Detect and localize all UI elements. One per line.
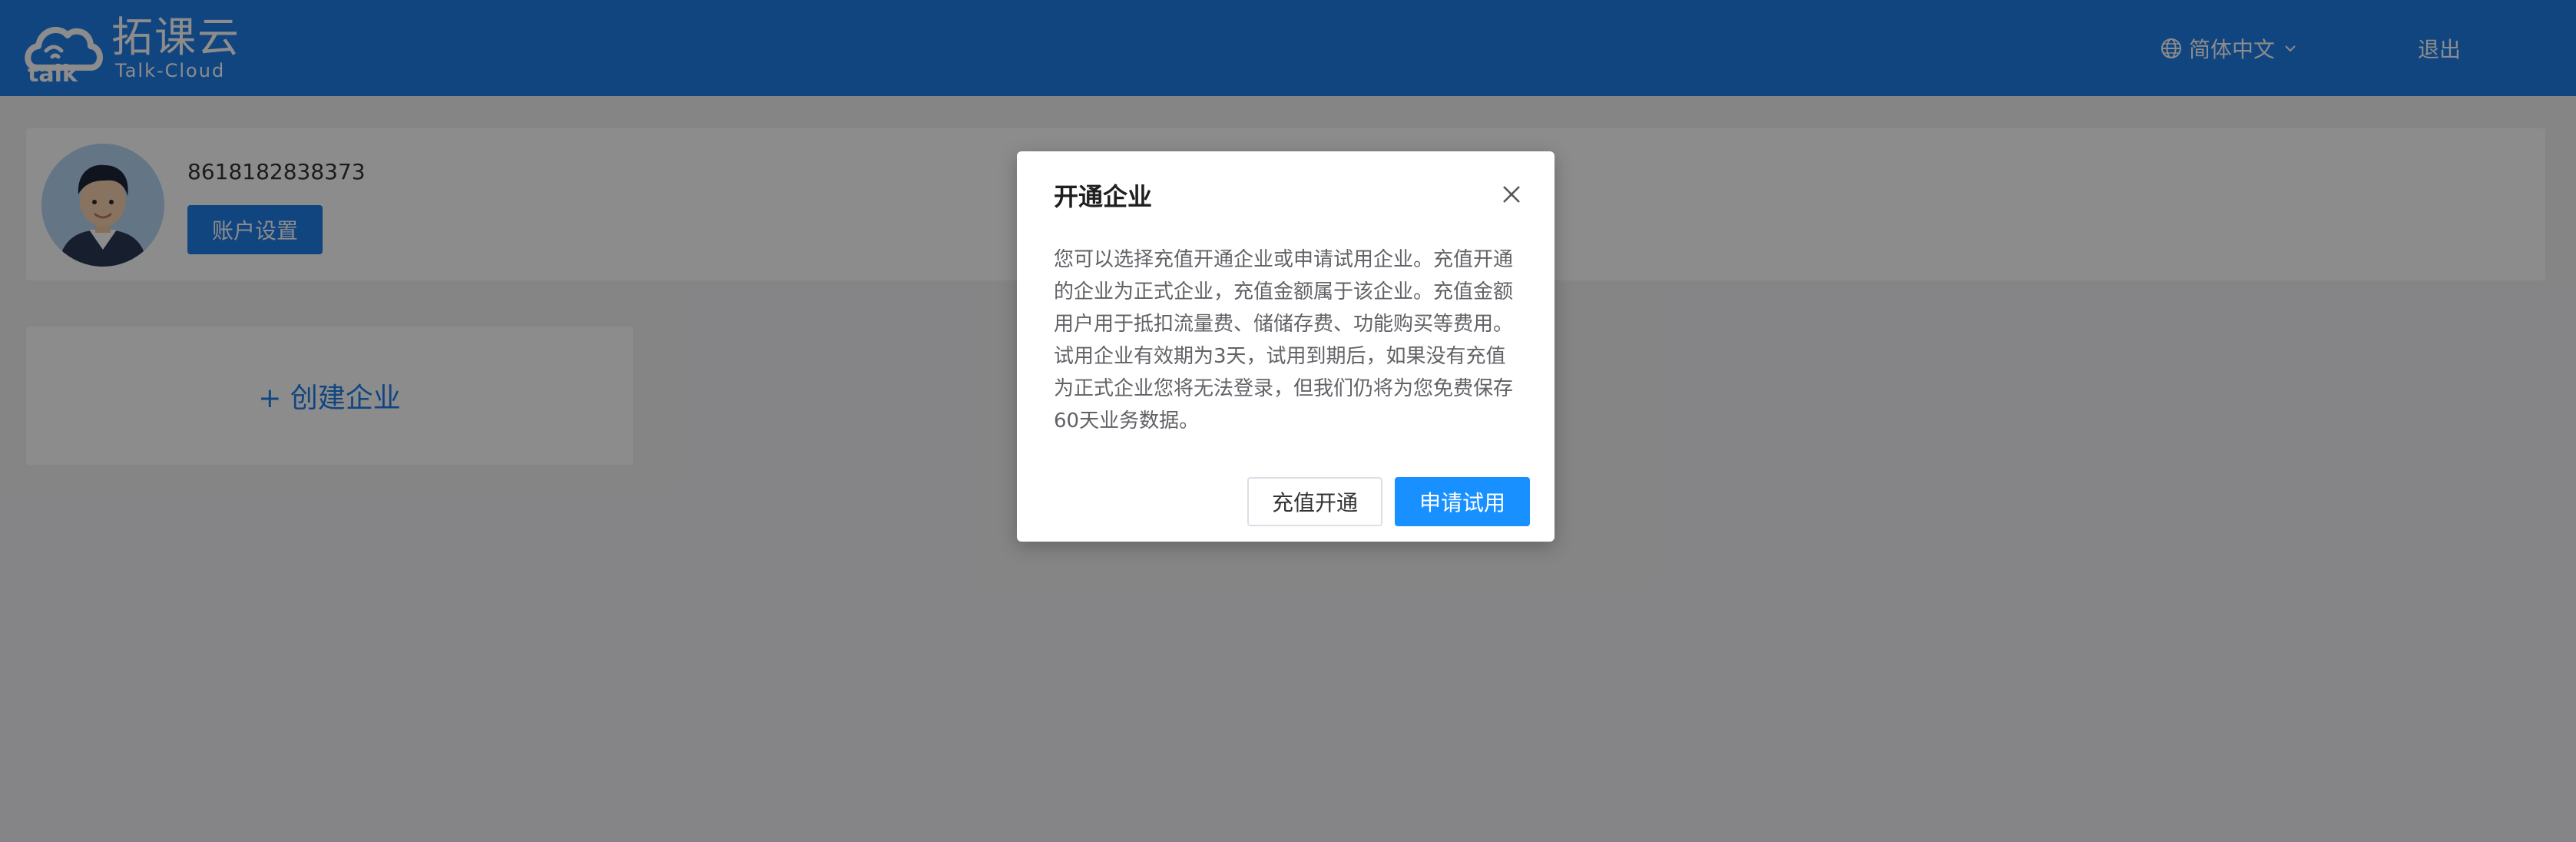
apply-trial-button[interactable]: 申请试用 bbox=[1395, 477, 1530, 526]
close-icon[interactable] bbox=[1498, 181, 1525, 208]
dialog-message: 您可以选择充值开通企业或申请试用企业。充值开通的企业为正式企业，充值金额属于该企… bbox=[1054, 248, 1514, 433]
open-enterprise-dialog: 开通企业 您可以选择充值开通企业或申请试用企业。充值开通的企业为正式企业，充值金… bbox=[1017, 151, 1555, 542]
close-icon-glyph bbox=[1503, 186, 1520, 203]
recharge-open-button[interactable]: 充值开通 bbox=[1247, 477, 1382, 526]
dialog-title: 开通企业 bbox=[1054, 182, 1153, 211]
